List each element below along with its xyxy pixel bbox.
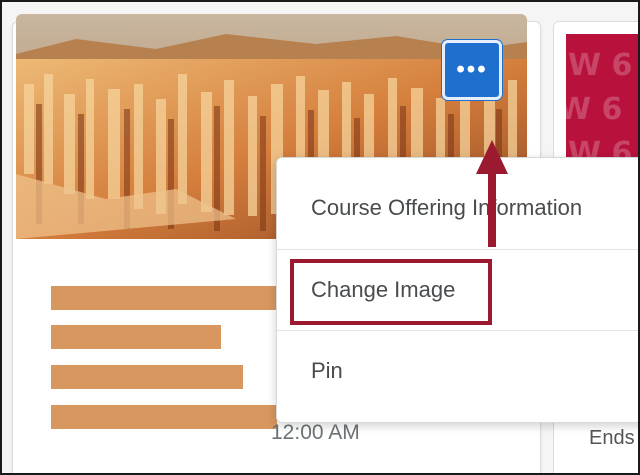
card-pattern-text: W 6 — [566, 92, 623, 127]
menu-item-pin[interactable]: Pin — [277, 330, 638, 410]
ellipsis-icon: ••• — [456, 56, 488, 83]
redacted-title-bar — [51, 286, 277, 310]
course-options-button[interactable]: ••• — [442, 40, 502, 100]
arrow-up-icon — [476, 140, 508, 247]
redacted-title-bar — [51, 365, 243, 389]
course-end-date-text: Ends — [589, 427, 635, 449]
menu-item-course-offering-information[interactable]: Course Offering Information — [277, 168, 638, 248]
menu-item-label: Pin — [311, 357, 343, 383]
course-date-text: 12:00 AM — [271, 421, 360, 444]
screenshot-frame: 12:00 AM W 6 6 W 6 Ends ••• Course Offer… — [0, 0, 640, 475]
redacted-title-bar — [51, 325, 221, 349]
card-pattern-text: W 6 — [568, 48, 633, 83]
redacted-title-bar — [51, 405, 277, 429]
menu-item-label: Course Offering Information — [311, 195, 583, 220]
highlight-box — [290, 259, 492, 325]
